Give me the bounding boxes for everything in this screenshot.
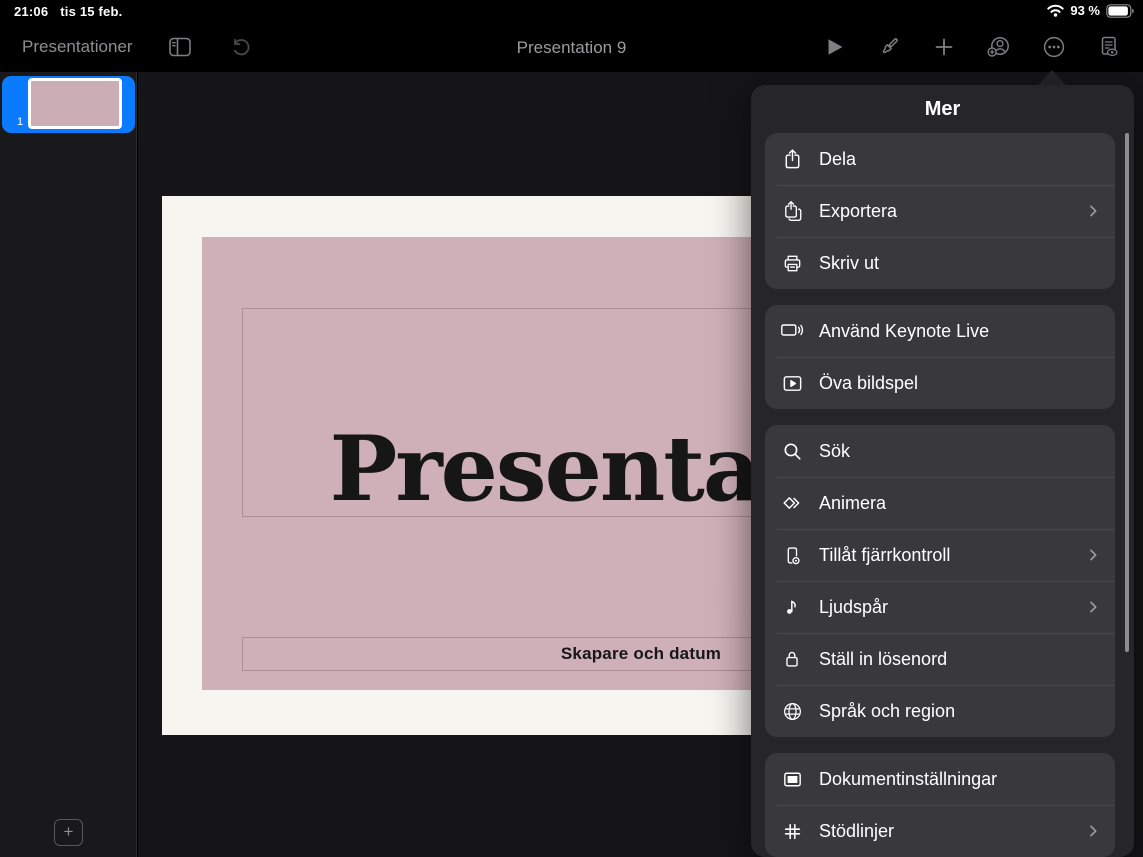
share-icon xyxy=(779,147,805,171)
collaborate-button[interactable] xyxy=(986,34,1012,60)
popover-title: Mer xyxy=(924,97,961,120)
menu-item-rehearse[interactable]: Öva bildspel xyxy=(765,357,1115,409)
chevron-right-icon xyxy=(1085,823,1101,839)
toolbar-right-actions xyxy=(821,34,1122,60)
collaborate-icon xyxy=(987,37,1009,57)
status-bar: 21:06 tis 15 feb. 93 % xyxy=(0,0,1143,24)
menu-item-animate[interactable]: Animera xyxy=(765,477,1115,529)
paintbrush-icon xyxy=(882,38,898,54)
menu-item-soundtrack[interactable]: Ljudspår xyxy=(765,581,1115,633)
menu-item-allow-remote[interactable]: Tillåt fjärrkontroll xyxy=(765,529,1115,581)
export-icon xyxy=(779,199,805,223)
animate-icon xyxy=(779,491,805,515)
slide-subtitle-text: Skapare och datum xyxy=(560,644,722,663)
keynote-live-icon xyxy=(779,319,805,343)
menu-item-share[interactable]: Dela xyxy=(765,133,1115,185)
slide-navigator: 1 + xyxy=(0,72,137,857)
menu-item-set-password[interactable]: Ställ in lösenord xyxy=(765,633,1115,685)
play-button[interactable] xyxy=(821,34,847,60)
more-button[interactable] xyxy=(1041,34,1067,60)
slide-thumbnail[interactable] xyxy=(28,78,122,129)
menu-item-print[interactable]: Skriv ut xyxy=(765,237,1115,289)
toolbar: Presentationer Presentation 9 xyxy=(0,24,1143,72)
menu-item-guides[interactable]: Stödlinjer xyxy=(765,805,1115,857)
menu-group-presenting: Använd Keynote Live Öva bildspel xyxy=(765,305,1115,409)
keynote-ipad-screen: 21:06 tis 15 feb. 93 % Presentationer Pr… xyxy=(0,0,1143,857)
menu-item-document-settings[interactable]: Dokumentinställningar xyxy=(765,753,1115,805)
add-slide-button[interactable]: + xyxy=(54,819,83,846)
soundtrack-icon xyxy=(779,595,805,619)
status-indicators: 93 % xyxy=(1047,3,1135,18)
status-date: tis 15 feb. xyxy=(60,4,123,19)
rehearse-slideshow-icon xyxy=(779,371,805,395)
notes-view-icon xyxy=(1101,36,1118,57)
password-lock-icon xyxy=(779,647,805,671)
menu-item-keynote-live[interactable]: Använd Keynote Live xyxy=(765,305,1115,357)
popover-scrollbar[interactable] xyxy=(1125,133,1129,652)
menu-group-tools: Sök Animera Tillåt fjärrkontroll Ljudspå… xyxy=(765,425,1115,737)
chevron-right-icon xyxy=(1085,599,1101,615)
status-time-date: 21:06 tis 15 feb. xyxy=(14,4,122,19)
play-icon xyxy=(828,39,843,55)
menu-item-export[interactable]: Exportera xyxy=(765,185,1115,237)
battery-percent: 93 % xyxy=(1070,3,1100,18)
status-time: 21:06 xyxy=(14,4,49,19)
menu-item-search[interactable]: Sök xyxy=(765,425,1115,477)
search-icon xyxy=(779,439,805,463)
slide-thumbnail-selected[interactable]: 1 xyxy=(2,76,135,133)
plus-icon xyxy=(935,38,953,56)
menu-group-share: Dela Exportera Skriv ut xyxy=(765,133,1115,289)
printer-icon xyxy=(779,251,805,275)
wifi-icon xyxy=(1047,4,1065,17)
remote-control-icon xyxy=(779,543,805,567)
language-region-icon xyxy=(779,699,805,723)
document-settings-icon xyxy=(779,767,805,791)
menu-group-document: Dokumentinställningar Stödlinjer xyxy=(765,753,1115,857)
presenter-notes-button[interactable] xyxy=(1096,34,1122,60)
chevron-right-icon xyxy=(1085,203,1101,219)
more-ellipsis-icon xyxy=(1043,36,1065,58)
guides-icon xyxy=(779,819,805,843)
slide-thumbnail-preview xyxy=(31,81,119,126)
format-button[interactable] xyxy=(876,34,902,60)
more-menu-popover: Mer Dela Exportera Skriv ut Använd Keyno… xyxy=(751,85,1134,857)
chevron-right-icon xyxy=(1085,547,1101,563)
slide-number: 1 xyxy=(17,116,24,128)
insert-button[interactable] xyxy=(931,34,957,60)
menu-item-language-region[interactable]: Språk och region xyxy=(765,685,1115,737)
popover-arrow xyxy=(1038,70,1066,85)
battery-icon xyxy=(1106,3,1135,18)
